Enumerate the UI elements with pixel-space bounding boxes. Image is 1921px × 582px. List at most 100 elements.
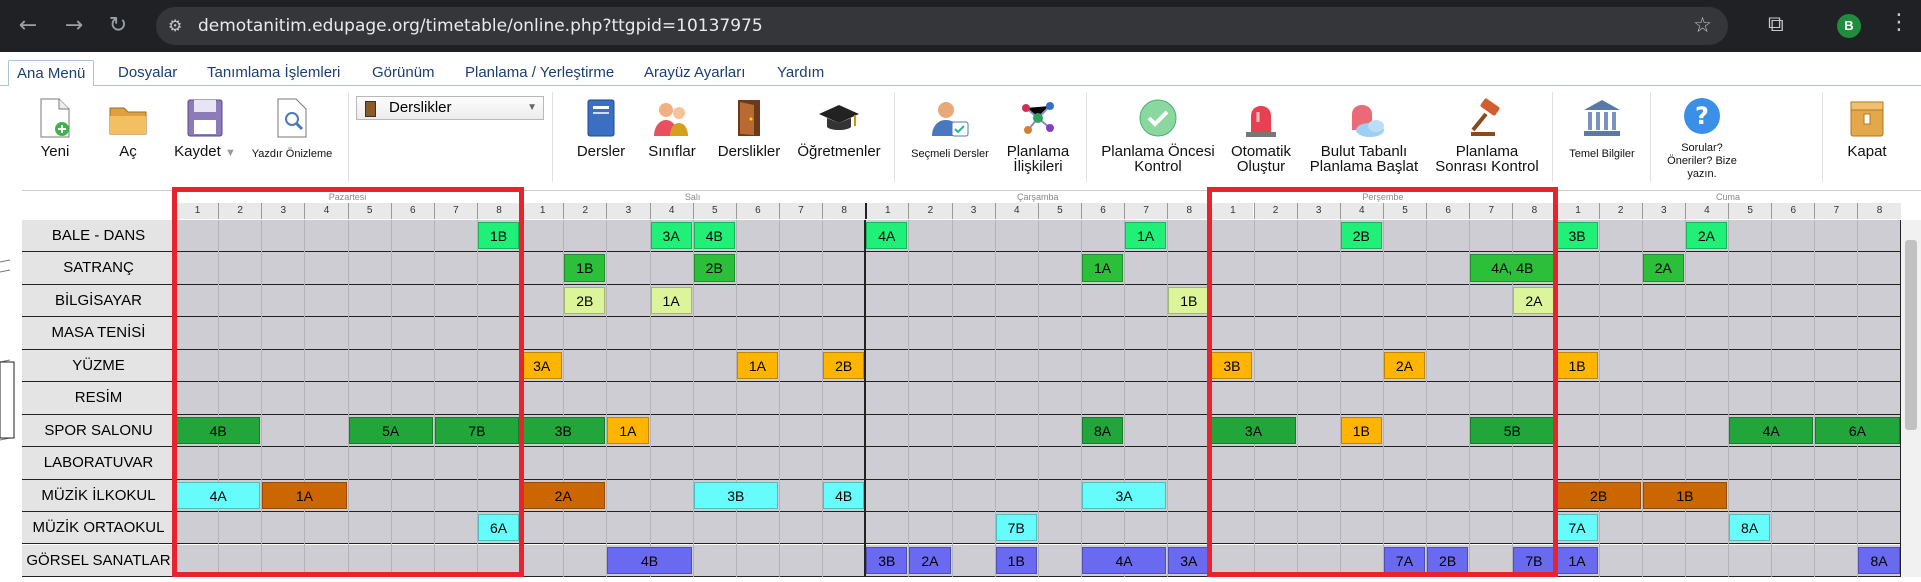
open-button[interactable]: Aç (104, 98, 152, 159)
lesson-card[interactable]: 1B (564, 254, 606, 282)
ribbon-divider (348, 92, 349, 182)
menu-tab-ana-menu[interactable]: Ana Menü (8, 60, 95, 87)
ogretmenler-button[interactable]: Öğretmenler (794, 98, 884, 159)
lesson-card[interactable]: 7B (995, 514, 1037, 542)
profile-avatar[interactable]: B (1837, 14, 1861, 38)
room-label[interactable]: GÖRSEL SANATLAR (22, 544, 175, 577)
menu-tab-arayuz[interactable]: Arayüz Ayarları (636, 60, 753, 85)
lesson-card[interactable]: 2B (564, 286, 606, 315)
chevron-down-icon: ▼ (527, 102, 537, 113)
lesson-card[interactable]: 2B (1556, 481, 1641, 510)
room-label[interactable]: BALE - DANS (22, 220, 175, 253)
room-label[interactable]: YÜZME (22, 349, 175, 383)
lesson-card[interactable]: 1B (1168, 286, 1210, 315)
lesson-card[interactable]: 3A (1081, 481, 1167, 510)
period-label: 7 (1124, 203, 1168, 219)
menu-tab-planlama[interactable]: Planlama / Yerleştirme (457, 60, 622, 85)
menu-tab-yardim[interactable]: Yardım (769, 60, 832, 85)
lesson-card[interactable]: 7A (1556, 514, 1598, 542)
planlama-oncesi-kontrol-button[interactable]: Planlama Öncesi Kontrol (1096, 98, 1220, 174)
derslikler-button[interactable]: Derslikler (714, 98, 784, 159)
menu-tab-gorunum[interactable]: Görünüm (364, 60, 443, 85)
lesson-card[interactable]: 3B (693, 481, 778, 510)
lesson-card[interactable]: 1A (1556, 546, 1598, 574)
lesson-card[interactable]: 1B (995, 546, 1037, 574)
lesson-card[interactable]: 8A (1858, 546, 1900, 574)
room-label[interactable]: MÜZİK İLKOKUL (22, 479, 175, 513)
room-label[interactable]: LABORATUVAR (22, 447, 175, 480)
otomatik-olustur-button[interactable]: Otomatik Oluştur (1226, 98, 1296, 174)
room-label[interactable]: SATRANÇ (22, 252, 175, 285)
forward-arrow-icon[interactable]: → (58, 10, 90, 42)
period-divider (606, 220, 608, 577)
period-label: 1 (520, 203, 564, 219)
lesson-card[interactable]: 1A (736, 351, 778, 380)
lesson-card[interactable]: 1A (1125, 222, 1167, 250)
siniflar-button[interactable]: Sınıflar (644, 98, 700, 159)
room-label[interactable]: MÜZİK ORTAOKUL (22, 512, 175, 545)
lesson-card[interactable]: 2B (693, 254, 735, 282)
lesson-card[interactable]: 6A (1815, 416, 1900, 445)
lesson-card[interactable]: 8A (1081, 416, 1124, 445)
extensions-puzzle-icon[interactable]: ⧉ (1768, 12, 1784, 37)
lesson-card[interactable]: 4B (823, 481, 865, 510)
lesson-card[interactable]: 1A (1081, 254, 1124, 282)
kapat-button[interactable]: Kapat (1836, 98, 1898, 159)
lesson-card[interactable]: 3A (650, 222, 692, 250)
period-divider (1167, 220, 1169, 577)
lesson-card[interactable]: 2A (521, 481, 606, 510)
room-label[interactable]: MASA TENİSİ (22, 317, 175, 350)
left-panel-edge (0, 190, 22, 577)
view-select-dropdown[interactable]: Derslikler ▼ (356, 96, 544, 120)
lesson-card[interactable]: 4A (1081, 546, 1167, 574)
room-label[interactable]: SPOR SALONU (22, 414, 175, 448)
site-info-icon[interactable]: ⚙ (168, 16, 182, 35)
address-bar[interactable]: ⚙ demotanitim.edupage.org/timetable/onli… (156, 7, 1728, 45)
lesson-card[interactable]: 3B (866, 546, 908, 574)
period-divider (649, 220, 651, 577)
lesson-card[interactable]: 4A (866, 222, 908, 250)
dersler-button[interactable]: Dersler (574, 98, 628, 159)
new-button[interactable]: Yeni (30, 98, 80, 159)
temel-bilgiler-button[interactable]: Temel Bilgiler (1564, 98, 1640, 161)
lesson-card[interactable]: 2B (823, 351, 865, 380)
planlama-sonrasi-kontrol-button[interactable]: Planlama Sonrası Kontrol (1432, 98, 1542, 174)
bookmark-star-icon[interactable]: ☆ (1693, 13, 1712, 37)
ribbon-divider (1650, 92, 1651, 182)
lesson-card[interactable]: 3B (521, 416, 606, 445)
day-divider (864, 220, 867, 577)
menu-tab-tanimlama[interactable]: Tanımlama İşlemleri (199, 60, 348, 85)
day-label: Cuma (1716, 192, 1741, 202)
back-arrow-icon[interactable]: ← (12, 10, 44, 42)
room-label[interactable]: RESİM (22, 382, 175, 415)
scrollbar-thumb[interactable] (1905, 240, 1917, 430)
lesson-card[interactable]: 4B (693, 222, 735, 250)
secmeli-dersler-button[interactable]: Seçmeli Dersler (906, 98, 994, 161)
lesson-card[interactable]: 1B (1556, 351, 1598, 380)
lesson-card[interactable]: 8A (1729, 514, 1771, 542)
lesson-card[interactable]: 3B (1556, 222, 1598, 250)
reload-icon[interactable]: ↻ (102, 10, 134, 42)
url-text[interactable]: demotanitim.edupage.org/timetable/online… (198, 16, 763, 36)
bulut-planlama-button[interactable]: Bulut Tabanlı Planlama Başlat (1302, 98, 1426, 174)
siren-icon (1246, 106, 1276, 137)
lesson-card[interactable]: 2A (1685, 222, 1728, 250)
save-button[interactable]: Kaydet ▼ (170, 98, 240, 161)
lesson-card[interactable]: 1A (607, 416, 649, 445)
save-dropdown-icon[interactable]: ▼ (225, 147, 236, 159)
print-preview-button[interactable]: Yazdır Önizleme (246, 98, 338, 161)
lesson-card[interactable]: 3A (1168, 546, 1210, 574)
lesson-card[interactable]: 1A (650, 286, 692, 315)
lesson-card[interactable]: 1B (1642, 481, 1728, 510)
lesson-card[interactable]: 2A (909, 546, 951, 574)
browser-menu-icon[interactable]: ⋮ (1888, 10, 1910, 35)
lesson-card[interactable]: 4A (1729, 416, 1814, 445)
planlama-iliskileri-button[interactable]: Planlama İlişkileri (1000, 98, 1076, 174)
period-label: 6 (1771, 203, 1815, 219)
lesson-card[interactable]: 4B (607, 546, 692, 574)
menu-tab-dosyalar[interactable]: Dosyalar (110, 60, 185, 85)
room-label[interactable]: BİLGİSAYAR (22, 284, 175, 318)
sorular-button[interactable]: ? Sorular? Öneriler? Bize yazın. (1658, 96, 1746, 181)
lesson-card[interactable]: 3A (521, 351, 563, 380)
lesson-card[interactable]: 2A (1642, 254, 1684, 282)
